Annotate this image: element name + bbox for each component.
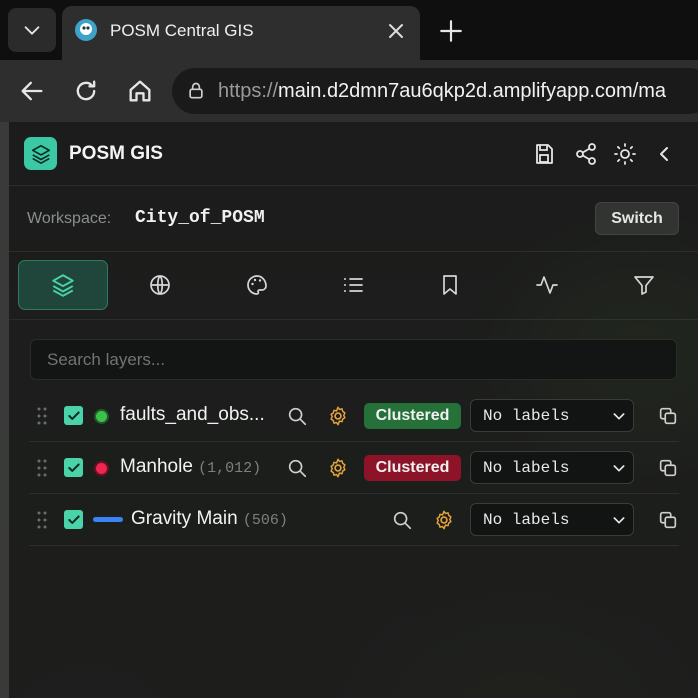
label-mode-value: No labels (483, 511, 570, 529)
sun-icon[interactable] (613, 142, 637, 166)
switch-workspace-button[interactable]: Switch (595, 202, 679, 235)
plus-icon[interactable] (438, 18, 464, 44)
map-edge (0, 122, 8, 698)
tab-bookmarks[interactable] (405, 260, 495, 310)
share-icon[interactable] (574, 142, 598, 166)
layer-symbol-dot (94, 409, 109, 424)
check-icon (67, 462, 80, 472)
activity-icon (536, 276, 558, 294)
workspace-name: City_of_POSM (135, 208, 265, 228)
palette-icon (247, 275, 267, 295)
check-icon (67, 514, 80, 524)
layer-visibility-checkbox[interactable] (64, 510, 83, 529)
label-mode-value: No labels (483, 459, 570, 477)
workspace-row: Workspace: City_of_POSM Switch (9, 186, 698, 252)
home-icon[interactable] (126, 77, 154, 105)
check-icon (67, 410, 80, 420)
layer-name: faults_and_obs... (120, 404, 265, 425)
chevron-down-icon (24, 26, 40, 35)
drag-handle-icon[interactable] (36, 510, 48, 530)
gear-icon[interactable] (327, 405, 349, 427)
copy-icon[interactable] (657, 457, 679, 479)
lock-icon[interactable] (186, 81, 206, 101)
search-icon[interactable] (286, 405, 308, 427)
tab-style[interactable] (212, 260, 302, 310)
clustered-badge[interactable]: Clustered (364, 403, 461, 429)
back-arrow-icon[interactable] (18, 77, 46, 105)
filter-icon (634, 276, 654, 295)
reload-icon[interactable] (72, 77, 100, 105)
layers-icon (31, 144, 50, 164)
tool-tabs (9, 252, 698, 320)
chevron-left-icon[interactable] (652, 142, 676, 166)
chevron-down-icon (613, 413, 625, 420)
drag-handle-icon[interactable] (36, 406, 48, 426)
copy-icon[interactable] (657, 405, 679, 427)
tab-title: POSM Central GIS (110, 21, 254, 40)
gear-icon[interactable] (433, 509, 455, 531)
search-layers-input[interactable] (30, 339, 677, 380)
label-mode-select[interactable]: No labels (470, 451, 634, 484)
layer-count: (1,012) (198, 460, 262, 477)
label-mode-select[interactable]: No labels (470, 399, 634, 432)
tab-layers[interactable] (18, 260, 108, 310)
url-scheme: https:// (218, 80, 279, 102)
tab-list-button[interactable] (8, 8, 56, 52)
app-title: POSM GIS (69, 143, 163, 164)
layer-panel: POSM GIS Workspace: City_of_POSM Switch (8, 122, 698, 698)
url-host: main.d2dmn7au6qkp2d.amplifyapp.com/ma (278, 80, 667, 102)
gear-icon[interactable] (327, 457, 349, 479)
close-icon[interactable] (384, 19, 408, 43)
address-bar[interactable]: https://main.d2dmn7au6qkp2d.amplifyapp.c… (172, 68, 698, 114)
tab-basemap[interactable] (115, 260, 205, 310)
url-text: https://main.d2dmn7au6qkp2d.amplifyapp.c… (218, 80, 666, 103)
save-icon[interactable] (532, 142, 556, 166)
layer-row-manhole: Manhole (1,012) Clustered No labels (29, 442, 679, 494)
browser-toolbar: https://main.d2dmn7au6qkp2d.amplifyapp.c… (0, 60, 698, 122)
layer-row-gravity-main: Gravity Main (506) No labels (29, 494, 679, 546)
favicon-icon (75, 19, 97, 41)
tab-activity[interactable] (502, 260, 592, 310)
list-icon (344, 278, 363, 292)
label-mode-select[interactable]: No labels (470, 503, 634, 536)
browser-tab[interactable]: POSM Central GIS (62, 6, 420, 60)
layers-icon (52, 274, 74, 297)
browser-tab-bar: POSM Central GIS (0, 0, 698, 60)
app-logo (24, 137, 57, 170)
tab-list[interactable] (308, 260, 398, 310)
search-icon[interactable] (391, 509, 413, 531)
globe-icon (150, 275, 170, 295)
workspace-label: Workspace: (27, 210, 112, 227)
layer-name: Manhole (1,012) (120, 456, 262, 477)
clustered-badge[interactable]: Clustered (364, 455, 461, 481)
layer-row-faults: faults_and_obs... Clustered No labels (29, 390, 679, 442)
layer-symbol-dot (94, 461, 109, 476)
bookmark-icon (443, 275, 457, 295)
tab-filter[interactable] (599, 260, 689, 310)
layer-visibility-checkbox[interactable] (64, 458, 83, 477)
layer-name: Gravity Main (506) (131, 508, 288, 529)
drag-handle-icon[interactable] (36, 458, 48, 478)
chevron-down-icon (613, 517, 625, 524)
layer-visibility-checkbox[interactable] (64, 406, 83, 425)
copy-icon[interactable] (657, 509, 679, 531)
chevron-down-icon (613, 465, 625, 472)
label-mode-value: No labels (483, 407, 570, 425)
search-icon[interactable] (286, 457, 308, 479)
panel-header: POSM GIS (9, 122, 698, 186)
layer-symbol-line (93, 517, 123, 522)
layer-count: (506) (242, 512, 288, 529)
